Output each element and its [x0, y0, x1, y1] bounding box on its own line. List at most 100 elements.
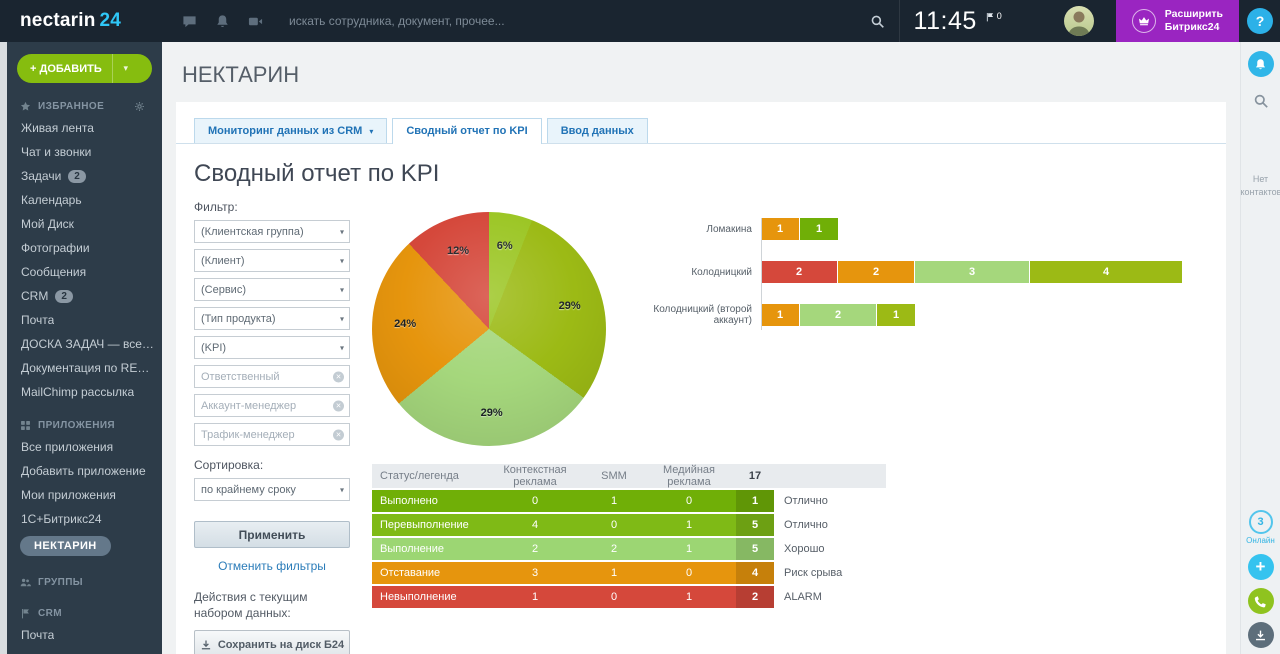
chevron-down-icon[interactable]: ▾	[113, 63, 139, 74]
flag-icon	[985, 11, 995, 23]
status-table-cell: 4	[484, 514, 586, 536]
status-table-body: Выполнено0101ОтличноПеревыполнение4015От…	[372, 490, 886, 608]
bar-segment[interactable]: 2	[761, 261, 837, 283]
filter-select-value: (KPI)	[201, 342, 226, 354]
sidebar-item[interactable]: Живая лента	[7, 116, 162, 140]
sidebar-item[interactable]: Календарь	[7, 188, 162, 212]
sidebar-group-header[interactable]: ИЗБРАННОЕ	[7, 97, 162, 116]
sidebar-item-label: ДОСКА ЗАДАЧ — все ...	[21, 337, 154, 351]
apply-button[interactable]: Применить	[194, 521, 350, 548]
filter-select-value: (Тип продукта)	[201, 313, 276, 325]
gear-icon	[134, 101, 145, 112]
notifications-button[interactable]	[1248, 51, 1274, 77]
contacts-search-icon[interactable]	[1253, 93, 1269, 109]
sidebar-group-title: ИЗБРАННОЕ	[38, 101, 134, 112]
flag-counter[interactable]: 0	[985, 11, 1002, 23]
sidebar-item[interactable]: CRM2	[7, 284, 162, 308]
online-count-badge[interactable]: 3	[1249, 510, 1273, 534]
kpi-pie-chart[interactable]: 6%29%29%24%12%	[372, 212, 606, 446]
sidebar-item[interactable]: Добавить приложение	[7, 459, 162, 483]
sidebar-group-header[interactable]: CRM	[7, 604, 162, 623]
bar-segment[interactable]: 2	[800, 304, 876, 326]
apps-icon	[20, 420, 31, 431]
filter-select-0[interactable]: (Клиентская группа)▾	[194, 220, 350, 243]
sidebar-item[interactable]: ДОСКА ЗАДАЧ — все ...	[7, 332, 162, 356]
reset-filters-link[interactable]: Отменить фильтры	[194, 559, 350, 573]
search-icon[interactable]	[870, 14, 885, 29]
sidebar-item-label: Живая лента	[21, 121, 94, 135]
desktop-app-button[interactable]	[1248, 622, 1274, 648]
sidebar-group-title: ПРИЛОЖЕНИЯ	[38, 420, 152, 431]
sidebar-item[interactable]: MailChimp рассылка	[7, 380, 162, 404]
sidebar-item[interactable]: Задачи2	[7, 164, 162, 188]
bar-segment[interactable]: 1	[761, 304, 799, 326]
bar-segment[interactable]: 1	[761, 218, 799, 240]
tab-data-entry[interactable]: Ввод данных	[547, 118, 648, 143]
bar-segment[interactable]: 4	[1030, 261, 1182, 283]
sidebar-item[interactable]: Почта	[7, 623, 162, 647]
video-icon[interactable]	[248, 14, 263, 29]
status-table-cell: 1	[586, 490, 642, 512]
clock[interactable]: 11:45	[914, 7, 977, 36]
filter-select-3[interactable]: (Тип продукта)▾	[194, 307, 350, 330]
status-table-header-cell: Медийная реклама	[642, 464, 736, 488]
status-table-row: Выполнение2215Хорошо	[372, 538, 886, 560]
filter-label: Фильтр:	[194, 200, 350, 214]
sidebar-group-header[interactable]: ПРИЛОЖЕНИЯ	[7, 416, 162, 435]
filter-select-2[interactable]: (Сервис)▾	[194, 278, 350, 301]
sidebar-group: ИЗБРАННОЕ Живая лента Чат и звонкиЗадачи2К…	[7, 97, 162, 404]
bar-segment[interactable]: 3	[915, 261, 1029, 283]
filter-select-4[interactable]: (KPI)▾	[194, 336, 350, 359]
sidebar-item[interactable]: Чат и звонки	[7, 140, 162, 164]
add-button[interactable]: + ДОБАВИТЬ ▾	[17, 54, 152, 83]
clear-icon[interactable]: ×	[333, 371, 344, 382]
filter-input-0[interactable]: Ответственный×	[194, 365, 350, 388]
upgrade-button[interactable]: Расширить Битрикс24	[1116, 0, 1239, 42]
sidebar: + ДОБАВИТЬ ▾ ИЗБРАННОЕ Живая лента Чат и з…	[7, 42, 162, 654]
global-search-input[interactable]	[289, 14, 862, 28]
tab-monitoring-crm[interactable]: Мониторинг данных из CRM ▾	[194, 118, 387, 143]
sidebar-item[interactable]: 1С+Битрикс24	[7, 507, 162, 531]
sidebar-item[interactable]: Сообщения	[7, 260, 162, 284]
sidebar-item[interactable]: Документация по RES...	[7, 356, 162, 380]
bar-segment[interactable]: 1	[877, 304, 915, 326]
sidebar-item-active[interactable]: НЕКТАРИН	[20, 536, 111, 556]
filter-input-2[interactable]: Трафик-менеджер×	[194, 423, 350, 446]
sort-select[interactable]: по крайнему сроку ▾	[194, 478, 350, 501]
clear-icon[interactable]: ×	[333, 400, 344, 411]
chat-icon[interactable]	[182, 14, 197, 29]
filter-input-1[interactable]: Аккаунт-менеджер×	[194, 394, 350, 417]
sidebar-scrollbar[interactable]	[0, 42, 7, 654]
sidebar-item[interactable]: Почта	[7, 308, 162, 332]
status-table-header-cell: Статус/легенда	[372, 470, 484, 482]
bar-segment[interactable]: 1	[800, 218, 838, 240]
help-button[interactable]: ?	[1247, 8, 1273, 34]
status-assessment: Отлично	[774, 514, 886, 536]
telephony-button[interactable]	[1248, 588, 1274, 614]
download-icon	[1254, 629, 1267, 642]
online-label: Онлайн	[1246, 536, 1275, 545]
sidebar-group: ГРУППЫ	[7, 573, 162, 592]
brand-logo[interactable]: nectarin24	[0, 10, 162, 32]
pie-slice-label: 29%	[481, 407, 503, 419]
bar-segment[interactable]: 2	[838, 261, 914, 283]
sidebar-item[interactable]: Фотографии	[7, 236, 162, 260]
tab-label: Ввод данных	[561, 125, 634, 137]
clear-icon[interactable]: ×	[333, 429, 344, 440]
tab-label: Мониторинг данных из CRM	[208, 125, 362, 137]
user-avatar[interactable]	[1064, 6, 1094, 36]
save-to-disk-button[interactable]: Сохранить на диск Б24	[194, 630, 350, 654]
chevron-down-icon: ▾	[369, 127, 373, 136]
sidebar-group-header[interactable]: ГРУППЫ	[7, 573, 162, 592]
bar-row: Колодницкий (второй аккаунт)121	[632, 304, 1226, 326]
notifications-icon[interactable]	[215, 14, 230, 29]
filter-select-1[interactable]: (Клиент)▾	[194, 249, 350, 272]
status-table-cell: 0	[586, 586, 642, 608]
tab-kpi-report[interactable]: Сводный отчет по KPI	[392, 118, 541, 144]
sidebar-group-title: ГРУППЫ	[38, 577, 152, 588]
sidebar-item[interactable]: Мои приложения	[7, 483, 162, 507]
sidebar-item-label: Сообщения	[21, 265, 86, 279]
sidebar-item[interactable]: Все приложения	[7, 435, 162, 459]
sidebar-item[interactable]: Мой Диск	[7, 212, 162, 236]
invite-button[interactable]: +	[1248, 554, 1274, 580]
